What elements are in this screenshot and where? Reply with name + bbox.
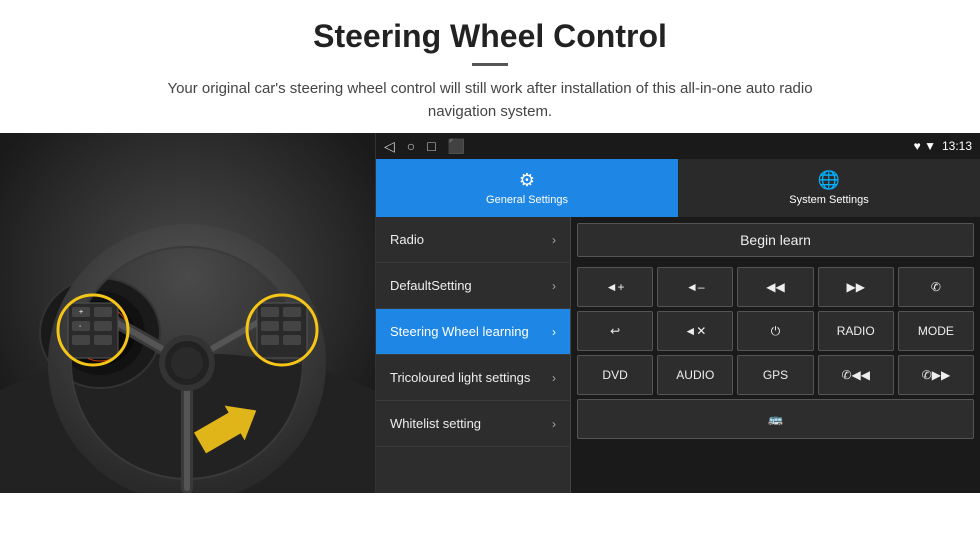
mode-button[interactable]: MODE — [898, 311, 974, 351]
menu-icon[interactable]: ⬛ — [448, 138, 465, 155]
chevron-icon: › — [552, 325, 556, 339]
begin-learn-row: Begin learn — [571, 217, 980, 261]
tab-system[interactable]: 🌐 System Settings — [678, 159, 980, 217]
page-header: Steering Wheel Control Your original car… — [0, 0, 980, 133]
home-icon[interactable]: ○ — [407, 138, 415, 155]
menu-item-radio[interactable]: Radio › — [376, 217, 570, 263]
vol-down-button[interactable]: ◄– — [657, 267, 733, 307]
phone-button[interactable]: ✆ — [898, 267, 974, 307]
menu-item-whitelist[interactable]: Whitelist setting › — [376, 401, 570, 447]
power-icon: ⏻ — [771, 324, 781, 339]
next-icon: ▶▶ — [846, 280, 864, 294]
bus-button[interactable]: 🚌 — [577, 399, 974, 439]
power-button[interactable]: ⏻ — [737, 311, 813, 351]
phone-next-icon: ✆▶▶ — [922, 368, 951, 382]
prev-icon: ◀◀ — [766, 280, 784, 294]
dvd-button[interactable]: DVD — [577, 355, 653, 395]
bus-icon: 🚌 — [768, 412, 783, 426]
menu-list: Radio › DefaultSetting › Steering Wheel … — [376, 217, 571, 493]
menu-item-tricoloured[interactable]: Tricoloured light settings › — [376, 355, 570, 401]
hang-up-button[interactable]: ↩ — [577, 311, 653, 351]
clock: 13:13 — [942, 139, 972, 153]
btn-row-2: ↩ ◄✕ ⏻ RADIO MODE — [577, 311, 974, 351]
phone-icon: ✆ — [931, 280, 941, 294]
chevron-icon: › — [552, 371, 556, 385]
phone-prev-icon: ✆◀◀ — [841, 368, 870, 382]
radio-mode-button[interactable]: RADIO — [818, 311, 894, 351]
chevron-icon: › — [552, 233, 556, 247]
mute-button[interactable]: ◄✕ — [657, 311, 733, 351]
audio-button[interactable]: AUDIO — [657, 355, 733, 395]
menu-defaultsetting-label: DefaultSetting — [390, 278, 472, 293]
vol-down-icon: ◄– — [686, 280, 705, 294]
menu-tricoloured-label: Tricoloured light settings — [390, 370, 530, 385]
car-image: + - — [0, 133, 375, 493]
menu-item-steering[interactable]: Steering Wheel learning › — [376, 309, 570, 355]
tab-bar: ⚙ General Settings 🌐 System Settings — [376, 159, 980, 217]
menu-steering-label: Steering Wheel learning — [390, 324, 529, 339]
gear-icon: ⚙ — [519, 170, 535, 191]
status-bar-nav: ◁ ○ □ ⬛ — [384, 138, 465, 155]
main-content: + - ◁ ○ □ — [0, 133, 980, 493]
signal-icon: ♥ ▼ — [914, 139, 936, 153]
mute-icon: ◄✕ — [684, 324, 706, 338]
btn-row-1: ◄+ ◄– ◀◀ ▶▶ ✆ — [577, 267, 974, 307]
content-panel: Begin learn ◄+ ◄– ◀◀ — [571, 217, 980, 493]
recent-icon[interactable]: □ — [427, 138, 435, 155]
chevron-icon: › — [552, 279, 556, 293]
btn-row-3: DVD AUDIO GPS ✆◀◀ ✆▶▶ — [577, 355, 974, 395]
btn-row-4: 🚌 — [577, 399, 974, 439]
tab-general-label: General Settings — [486, 194, 568, 206]
chevron-icon: › — [552, 417, 556, 431]
next-track-button[interactable]: ▶▶ — [818, 267, 894, 307]
prev-track-button[interactable]: ◀◀ — [737, 267, 813, 307]
vol-up-icon: ◄+ — [606, 280, 625, 294]
button-grid: ◄+ ◄– ◀◀ ▶▶ ✆ — [571, 261, 980, 445]
svg-text:+: + — [79, 309, 83, 316]
back-icon[interactable]: ◁ — [384, 138, 395, 155]
menu-radio-label: Radio — [390, 232, 424, 247]
vol-up-button[interactable]: ◄+ — [577, 267, 653, 307]
head-unit: ◁ ○ □ ⬛ ♥ ▼ 13:13 ⚙ General Settings 🌐 S… — [375, 133, 980, 493]
globe-icon: 🌐 — [818, 170, 840, 191]
gps-button[interactable]: GPS — [737, 355, 813, 395]
phone-next-button[interactable]: ✆▶▶ — [898, 355, 974, 395]
title-divider — [472, 63, 508, 66]
hang-up-icon: ↩ — [610, 324, 620, 338]
status-bar-info: ♥ ▼ 13:13 — [914, 139, 972, 153]
menu-whitelist-label: Whitelist setting — [390, 416, 481, 431]
menu-and-content: Radio › DefaultSetting › Steering Wheel … — [376, 217, 980, 493]
page-subtitle: Your original car's steering wheel contr… — [150, 78, 830, 123]
begin-learn-button[interactable]: Begin learn — [577, 223, 974, 257]
tab-system-label: System Settings — [789, 194, 868, 206]
phone-prev-button[interactable]: ✆◀◀ — [818, 355, 894, 395]
menu-item-defaultsetting[interactable]: DefaultSetting › — [376, 263, 570, 309]
status-bar: ◁ ○ □ ⬛ ♥ ▼ 13:13 — [376, 133, 980, 159]
tab-general[interactable]: ⚙ General Settings — [376, 159, 678, 217]
page-title: Steering Wheel Control — [20, 18, 960, 55]
